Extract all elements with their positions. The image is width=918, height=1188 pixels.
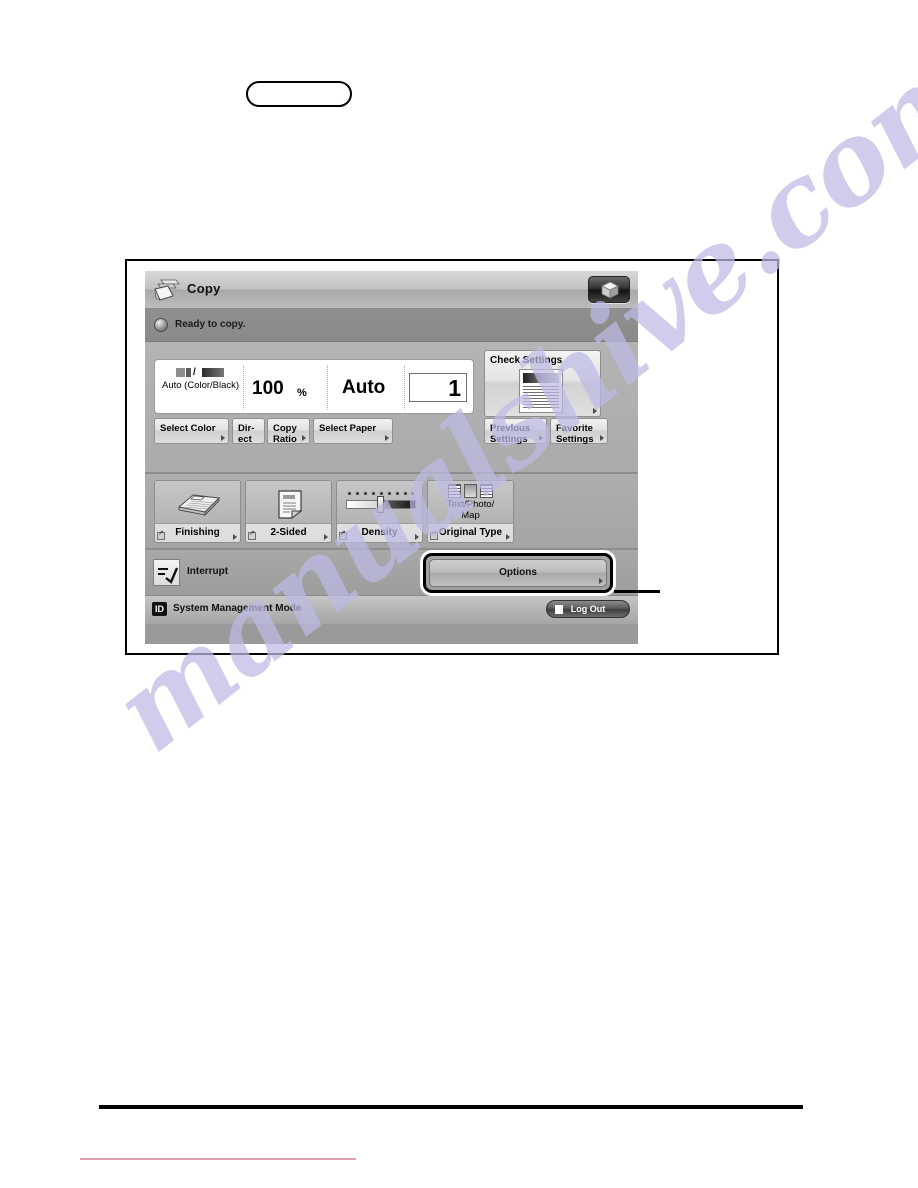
panel-footer: ID System Management Mode Log Out [145, 596, 638, 624]
chevron-right-icon [233, 534, 237, 540]
finishing-icon-area [155, 481, 240, 524]
chevron-right-icon [221, 435, 225, 441]
check-settings-label: Check Settings [490, 355, 563, 366]
page-horizontal-rule [99, 1105, 803, 1109]
status-message: Ready to copy. [175, 319, 246, 330]
density-button[interactable]: Density [336, 480, 423, 543]
stacked-paper-finishing-icon [177, 494, 220, 517]
copy-documents-icon [154, 279, 180, 301]
color-black-swatch-icon: / [176, 367, 226, 378]
expand-corner-icon [248, 530, 256, 540]
select-color-label: Select Color [160, 423, 216, 434]
copy-ratio-button[interactable]: Copy Ratio [267, 418, 310, 445]
two-sided-label: 2-Sided [270, 527, 307, 538]
chevron-right-icon [506, 534, 510, 540]
direct-label: Dir- ect [238, 423, 255, 445]
panel-statusbar: Ready to copy. [145, 309, 638, 342]
two-sided-button[interactable]: 2-Sided [245, 480, 332, 543]
panel-title: Copy [187, 281, 221, 296]
readout-divider [243, 365, 244, 410]
previous-settings-label: Previous Settings [490, 423, 531, 445]
color-mode-label: Auto (Color/Black) [162, 380, 240, 391]
section-heading-placeholder [246, 81, 352, 107]
panel-titlebar: Copy [145, 271, 638, 309]
options-button[interactable]: Options [429, 559, 607, 587]
copies-number-box: 1 [409, 373, 467, 402]
chevron-right-icon [599, 578, 603, 584]
finishing-button[interactable]: Finishing [154, 480, 241, 543]
figure-frame: Copy Ready to copy. / Auto (Color/Black)… [125, 259, 779, 655]
original-type-caption: Text/Photo/ Map [446, 499, 495, 521]
previous-settings-button[interactable]: Previous Settings [484, 418, 547, 445]
status-indicator-icon [154, 318, 168, 332]
original-type-icon: Text/Photo/ Map [428, 484, 513, 521]
photo-doc-icon [464, 484, 477, 498]
interrupt-button[interactable] [153, 559, 180, 586]
expand-corner-icon [157, 530, 165, 540]
copy-ratio-readout: 100 % [245, 360, 325, 413]
copier-touch-panel: Copy Ready to copy. / Auto (Color/Black)… [145, 271, 638, 644]
paper-size-readout: Auto [330, 360, 405, 413]
copies-readout: 1 [407, 360, 471, 413]
copies-value: 1 [448, 375, 461, 401]
density-icon-area [337, 481, 422, 524]
original-type-icon-area: Text/Photo/ Map [428, 481, 513, 524]
expand-corner-icon [430, 530, 438, 540]
chevron-right-icon [324, 534, 328, 540]
original-type-button[interactable]: Text/Photo/ Map Original Type [427, 480, 514, 543]
chevron-right-icon [600, 435, 604, 441]
interrupt-icon [158, 567, 179, 584]
id-badge: ID [152, 602, 167, 616]
color-mode-readout: / Auto (Color/Black) [159, 360, 241, 413]
two-sided-page-icon [278, 490, 303, 519]
callout-leader-line [614, 590, 660, 593]
select-paper-button[interactable]: Select Paper [313, 418, 393, 444]
chevron-right-icon [415, 534, 419, 540]
finishing-label: Finishing [175, 527, 220, 538]
main-settings-region: / Auto (Color/Black) 100 % Auto 1 Select… [145, 342, 638, 474]
two-sided-icon-area [246, 481, 331, 524]
select-color-button[interactable]: Select Color [154, 418, 229, 444]
log-out-label: Log Out [570, 604, 606, 614]
interrupt-label: Interrupt [187, 566, 229, 577]
chevron-right-icon [385, 435, 389, 441]
chevron-right-icon [302, 435, 306, 441]
copy-ratio-value: 100 [252, 378, 284, 399]
check-settings-button[interactable]: Check Settings [484, 350, 601, 417]
chevron-right-icon [593, 408, 597, 414]
interrupt-options-region: Interrupt Options [145, 550, 638, 596]
options-label: Options [499, 567, 537, 578]
3d-cube-icon[interactable] [588, 276, 630, 303]
density-slider-icon [346, 491, 416, 515]
copy-ratio-unit: % [297, 387, 307, 399]
map-doc-icon [480, 484, 493, 498]
swatch-separator: / [193, 367, 196, 378]
chevron-right-icon [539, 435, 543, 441]
expand-corner-icon [339, 530, 347, 540]
favorite-settings-label: Favorite Settings [556, 423, 594, 445]
select-paper-label: Select Paper [319, 423, 377, 434]
copy-ratio-label: Copy Ratio [273, 423, 297, 445]
function-buttons-region: Finishing 2-Sided [145, 474, 638, 550]
original-type-label: Original Type [438, 527, 503, 538]
settings-readout: / Auto (Color/Black) 100 % Auto 1 [154, 359, 474, 414]
log-out-button[interactable]: Log Out [546, 600, 630, 618]
document-preview-icon [519, 369, 563, 413]
text-doc-icon [448, 484, 461, 498]
page-footer-rule [80, 1158, 356, 1160]
favorite-settings-button[interactable]: Favorite Settings [550, 418, 608, 445]
system-management-mode-label: System Management Mode [173, 603, 302, 614]
density-label: Density [361, 527, 398, 538]
paper-size-value: Auto [342, 377, 386, 398]
readout-divider [327, 365, 328, 410]
direct-button[interactable]: Dir- ect [232, 418, 265, 445]
